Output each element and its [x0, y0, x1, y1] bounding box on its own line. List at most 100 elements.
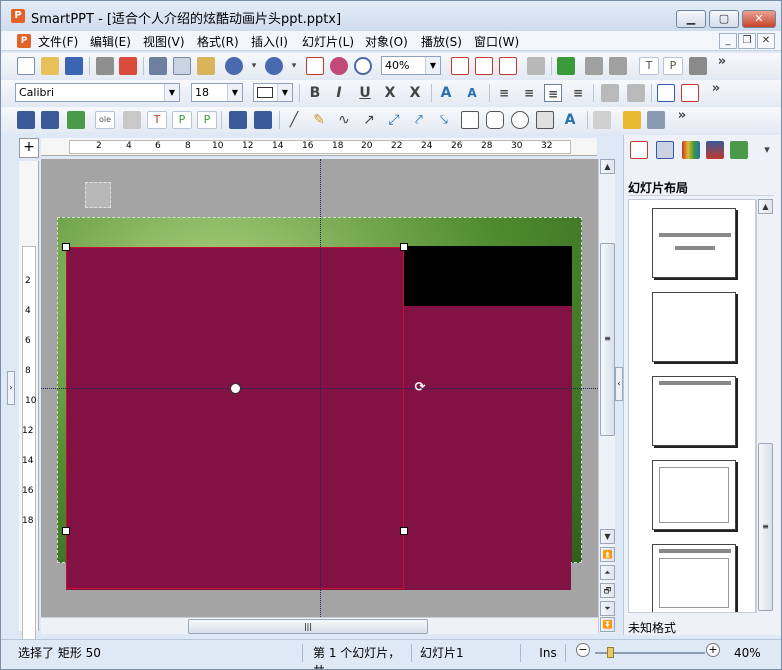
strikethrough-button[interactable]: X — [381, 84, 399, 102]
grow-font-button[interactable]: A — [437, 84, 455, 102]
elbow-connector-icon[interactable]: ⤤ — [410, 111, 428, 129]
connector-icon[interactable]: ⤢ — [385, 111, 403, 129]
cut-icon[interactable] — [149, 57, 167, 75]
resize-handle-top-right[interactable] — [400, 243, 408, 251]
vertical-ruler[interactable]: 2 4 6 8 10 12 14 16 18 — [19, 161, 39, 669]
chart-icon[interactable] — [609, 57, 627, 75]
layout-blank[interactable] — [652, 292, 736, 362]
layout-title-content[interactable] — [652, 544, 736, 612]
slide-canvas[interactable]: ⟳ — [41, 159, 598, 617]
sound-icon[interactable] — [254, 111, 272, 129]
copy-icon[interactable] — [173, 57, 191, 75]
zoom-in-button[interactable]: + — [706, 643, 720, 657]
insert-image-icon[interactable] — [67, 111, 85, 129]
paste-icon[interactable] — [197, 57, 215, 75]
resize-handle-bottom-right[interactable] — [400, 527, 408, 535]
chevron-down-icon[interactable]: ▼ — [164, 84, 179, 101]
mdi-restore-button[interactable]: ❐ — [738, 33, 756, 49]
redo-dropdown-icon[interactable]: ▾ — [285, 57, 303, 75]
rounded-rect-tool-icon[interactable] — [486, 111, 504, 129]
align-center-icon[interactable]: ≡ — [544, 84, 562, 102]
maximize-button[interactable]: ▢ — [709, 10, 739, 28]
save-icon[interactable] — [65, 57, 83, 75]
new-icon[interactable] — [17, 57, 35, 75]
right-panel-toggle[interactable]: ‹ — [615, 367, 623, 401]
menu-insert[interactable]: 插入(I) — [251, 33, 288, 50]
selected-rectangle-50[interactable] — [66, 247, 404, 589]
brush-icon[interactable] — [527, 57, 545, 75]
next-slide-button[interactable]: ⏷ — [600, 601, 615, 616]
ole-object-icon[interactable]: ole — [95, 111, 115, 129]
align-right-icon[interactable]: ≡ — [520, 84, 538, 102]
minimize-button[interactable]: ▁ — [676, 10, 706, 28]
outdent-icon[interactable] — [601, 84, 619, 102]
layout-scroll-thumb[interactable]: ≡ — [758, 443, 773, 611]
slide-window-button[interactable]: 🗗 — [600, 583, 615, 598]
italic-button[interactable]: I — [330, 84, 348, 102]
design-template-icon[interactable] — [656, 141, 674, 159]
resize-handle-bottom-left[interactable] — [62, 527, 70, 535]
indent-icon[interactable] — [627, 84, 645, 102]
menu-file[interactable]: 文件(F) — [38, 33, 78, 50]
menu-play[interactable]: 播放(S) — [421, 33, 462, 50]
left-panel-toggle[interactable]: › — [7, 371, 15, 405]
color-scheme-icon[interactable] — [682, 141, 700, 159]
movie-icon[interactable] — [229, 111, 247, 129]
undo-icon[interactable] — [225, 57, 243, 75]
3d-box-icon[interactable] — [689, 57, 707, 75]
scroll-up-button[interactable]: ▲ — [758, 199, 773, 214]
tools-icon[interactable] — [647, 111, 665, 129]
numbered-list-icon[interactable] — [681, 84, 699, 102]
font-name-combo[interactable]: Calibri ▼ — [15, 83, 180, 102]
font-size-combo[interactable]: 18 ▼ — [191, 83, 243, 102]
curve-tool-icon[interactable]: ∿ — [335, 111, 353, 129]
first-slide-button[interactable]: ⏫ — [600, 547, 615, 562]
insert-mode-status[interactable]: Ins — [528, 644, 566, 662]
picture-frame-icon[interactable]: P — [172, 111, 192, 129]
shrink-font-button[interactable]: A — [463, 84, 481, 102]
layout-scrollbar[interactable]: ▲ ≡ — [756, 199, 773, 613]
fill-color-combo[interactable]: ▼ — [253, 83, 293, 102]
rotation-center-icon[interactable] — [230, 383, 241, 394]
picture-placeholder-icon[interactable]: P — [663, 57, 683, 75]
formula-icon[interactable] — [123, 111, 141, 129]
wordart-icon[interactable]: A — [561, 111, 579, 129]
clear-format-button[interactable]: X — [406, 84, 424, 102]
resize-handle-top-left[interactable] — [62, 243, 70, 251]
toolbar-overflow-icon[interactable]: » — [673, 107, 691, 125]
zoom-tool-icon[interactable] — [330, 57, 348, 75]
bold-button[interactable]: B — [306, 84, 324, 102]
scroll-up-button[interactable]: ▲ — [600, 159, 615, 174]
text-color-icon[interactable] — [451, 57, 469, 75]
pdf-export-icon[interactable] — [119, 57, 137, 75]
slide-number-icon[interactable] — [306, 57, 324, 75]
vertical-scrollbar[interactable]: ▲ ≡ ▼ ⏫ ⏶ 🗗 ⏷ ⏬ — [598, 159, 615, 633]
layout-content-only[interactable] — [652, 460, 736, 530]
close-button[interactable]: ✕ — [742, 10, 776, 28]
chevron-down-icon[interactable]: ▼ — [425, 57, 440, 74]
magnifier-icon[interactable] — [354, 57, 372, 75]
layout-list[interactable] — [628, 199, 756, 613]
document-icon[interactable]: P — [17, 34, 31, 48]
group-icon[interactable] — [593, 111, 611, 129]
speaker-sound-icon[interactable] — [85, 182, 111, 208]
rotate-handle-icon[interactable]: ⟳ — [413, 381, 427, 395]
layout-title-only[interactable] — [652, 376, 736, 446]
redo-icon[interactable] — [265, 57, 283, 75]
ruler-corner-button[interactable]: + — [19, 138, 39, 158]
find-icon[interactable] — [499, 57, 517, 75]
animation-icon[interactable] — [706, 141, 724, 159]
ellipse-tool-icon[interactable] — [511, 111, 529, 129]
transition-icon[interactable] — [730, 141, 748, 159]
scroll-down-button[interactable]: ▼ — [600, 529, 615, 544]
horizontal-scroll-thumb[interactable]: ||| — [188, 619, 428, 634]
zoom-out-button[interactable]: − — [576, 643, 590, 657]
mdi-minimize-button[interactable]: _ — [719, 33, 737, 49]
menu-view[interactable]: 视图(V) — [143, 33, 185, 50]
toolbar-overflow-icon[interactable]: » — [713, 53, 731, 71]
picture-frame-alt-icon[interactable]: P — [197, 111, 217, 129]
text-frame-icon[interactable] — [41, 111, 59, 129]
layout-title-slide[interactable] — [652, 208, 736, 278]
curved-connector-icon[interactable]: ⤥ — [435, 111, 453, 129]
align-justify-icon[interactable]: ≡ — [569, 84, 587, 102]
